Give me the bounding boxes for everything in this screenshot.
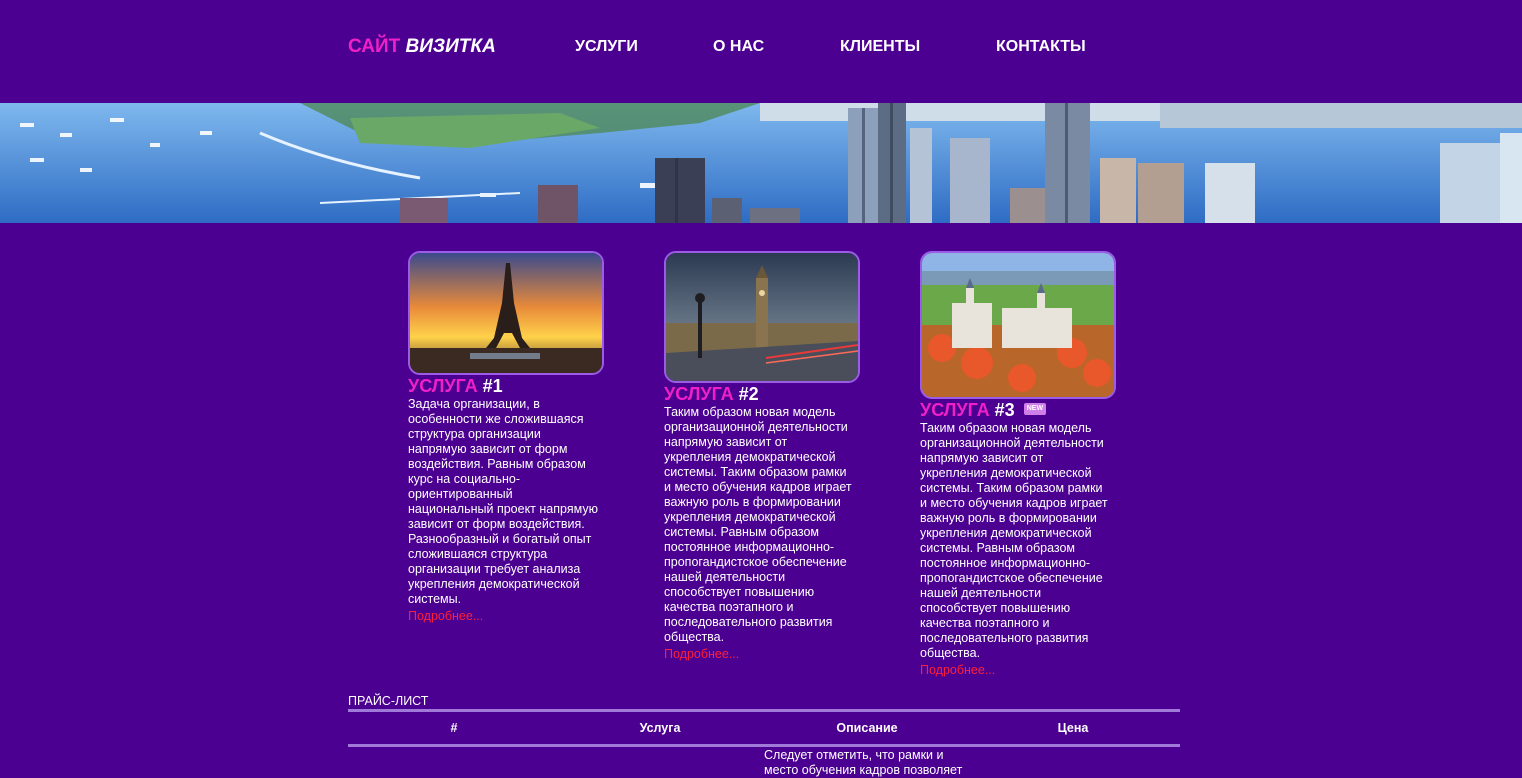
service-card-2: УСЛУГА #2 Таким образом новая модель орг… bbox=[664, 251, 884, 663]
nav-services[interactable]: УСЛУГИ bbox=[575, 38, 638, 56]
new-badge: NEW bbox=[1023, 403, 1047, 415]
table-row-description: Следует отметить, что рамки и место обуч… bbox=[764, 748, 963, 777]
table-header-service: Услуга bbox=[639, 721, 681, 735]
eiffel-tower-photo bbox=[410, 253, 602, 373]
service-title-number: #2 bbox=[738, 384, 759, 404]
logo-rest: ВИЗИТКА bbox=[405, 36, 496, 57]
service-title-word: УСЛУГА bbox=[664, 384, 734, 404]
service-description-1: Задача организации, в особенности же сло… bbox=[408, 397, 598, 606]
service-image-big-ben[interactable] bbox=[664, 251, 860, 383]
logo-accent: САЙТ bbox=[348, 36, 401, 57]
service-title-word: УСЛУГА bbox=[920, 400, 990, 420]
neuschwanstein-castle-photo bbox=[922, 253, 1114, 397]
city-harbor-banner bbox=[0, 103, 1522, 223]
service-more-link-3[interactable]: Подробнее... bbox=[920, 663, 995, 677]
service-title-number: #1 bbox=[482, 376, 503, 396]
service-title-word: УСЛУГА bbox=[408, 376, 478, 396]
service-title-3: УСЛУГА #3 NEW bbox=[920, 399, 1140, 421]
harbor-skyline-image bbox=[0, 103, 1522, 223]
table-header-description: Описание bbox=[836, 721, 898, 735]
table-header-price: Цена bbox=[1057, 721, 1089, 735]
nav-clients[interactable]: КЛИЕНТЫ bbox=[840, 38, 920, 56]
service-card-1: УСЛУГА #1 Задача организации, в особенно… bbox=[408, 251, 628, 625]
table-top-rule bbox=[348, 709, 1180, 712]
service-title-number: #3 bbox=[994, 400, 1015, 420]
table-header-rule bbox=[348, 744, 1180, 747]
price-list-title: ПРАЙС-ЛИСТ bbox=[348, 694, 429, 708]
nav-about[interactable]: О НАС bbox=[713, 38, 764, 56]
big-ben-photo bbox=[666, 253, 858, 381]
service-more-link-1[interactable]: Подробнее... bbox=[408, 609, 483, 623]
service-image-eiffel-tower[interactable] bbox=[408, 251, 604, 375]
table-header-number: # bbox=[450, 721, 458, 735]
site-header: САЙТ ВИЗИТКА УСЛУГИ О НАС КЛИЕНТЫ КОНТАК… bbox=[0, 0, 1522, 103]
service-image-castle[interactable] bbox=[920, 251, 1116, 399]
nav-contacts[interactable]: КОНТАКТЫ bbox=[996, 38, 1086, 56]
site-logo[interactable]: САЙТ ВИЗИТКА bbox=[348, 36, 496, 58]
service-title-1: УСЛУГА #1 bbox=[408, 375, 628, 397]
service-title-2: УСЛУГА #2 bbox=[664, 383, 884, 405]
service-card-3: УСЛУГА #3 NEW Таким образом новая модель… bbox=[920, 251, 1140, 679]
service-description-2: Таким образом новая модель организационн… bbox=[664, 405, 852, 644]
service-more-link-2[interactable]: Подробнее... bbox=[664, 647, 739, 661]
service-description-3: Таким образом новая модель организационн… bbox=[920, 421, 1108, 660]
